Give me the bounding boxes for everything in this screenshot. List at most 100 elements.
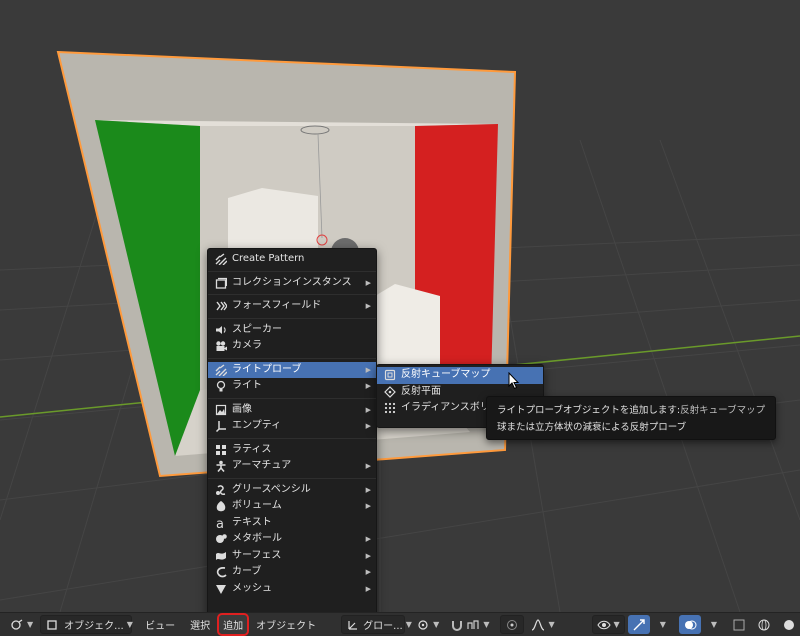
proportional-edit-toggle[interactable] [500,615,525,634]
menu-item-lightprobe[interactable]: ライトプローブ ▶ [208,361,376,378]
chevron-down-icon: ▼ [710,620,717,629]
menu-item-volume[interactable]: ボリューム ▶ [208,498,376,515]
gizmo-icon [632,618,646,632]
metaball-icon [215,533,227,545]
pivot-point-button[interactable]: ▼ [412,615,443,634]
menu-item-label: スピーカー [232,323,282,335]
menu-item-forcefield[interactable]: フォースフィールド ▶ [208,298,376,315]
submenu-arrow-icon: ▶ [365,382,371,390]
forcefield-icon [215,300,227,312]
editor-type-icon [10,618,24,632]
submenu-arrow-icon: ▶ [365,502,371,510]
submenu-item-label: 反射平面 [401,385,441,397]
gizmo-toggle[interactable] [627,615,650,634]
magnet-icon [450,618,464,632]
menu-separator [208,477,376,479]
mode-dropdown[interactable]: オブジェク... ▼ [40,615,133,634]
armature-icon [215,460,227,472]
chevron-down-icon: ▼ [27,620,34,629]
transform-orientation-icon [346,618,360,632]
empty-icon [215,420,227,432]
chevron-down-icon: ▼ [483,620,490,629]
menu-item-pattern[interactable]: Create Pattern [208,251,376,268]
submenu-arrow-icon: ▶ [365,462,371,470]
object-menu[interactable]: オブジェクト [252,615,320,634]
shading-solid[interactable] [778,615,800,634]
submenu-arrow-icon: ▶ [365,568,371,576]
cubemap-icon [384,369,396,381]
submenu-arrow-icon: ▶ [365,278,371,287]
menu-item-label: カメラ [232,340,262,351]
chevron-down-icon: ▼ [613,620,620,629]
add-menu: Create Pattern コレクションインスタンス ▶ フォースフィールド ▶ スピー… [207,248,377,617]
falloff-button[interactable]: ▼ [527,615,558,634]
xray-icon [732,618,746,632]
orientation-dropdown[interactable]: グロー... ▼ [341,615,412,634]
submenu-arrow-icon: ▶ [365,485,371,494]
menu-separator [208,357,376,359]
snap-increment-icon [466,618,480,632]
snap-toggle[interactable]: ▼ [446,615,493,634]
pivot-icon [416,618,430,632]
lightprobe-icon [215,363,227,376]
menu-item-curve[interactable]: カーブ ▶ [208,564,376,581]
menu-item-text[interactable]: a テキスト [208,515,376,532]
menu-item-empty[interactable]: エンプティ ▶ [208,418,376,435]
viewport-scene [0,50,800,612]
menu-separator [208,437,376,439]
xray-toggle[interactable] [728,615,750,634]
3d-viewport[interactable] [0,0,800,612]
shading-wireframe[interactable] [753,615,775,634]
pattern-icon [215,253,227,265]
overlay-toggle[interactable] [678,615,701,634]
menu-item-label: コレクションインスタンス [232,276,352,288]
menu-item-armature[interactable]: アーマチュア ▶ [208,458,376,475]
menu-item-label: メタボール [232,533,282,544]
submenu-arrow-icon: ▶ [365,365,371,374]
menu-item-image[interactable]: 画像 ▶ [208,402,376,419]
overlay-icon [683,618,697,632]
eye-icon [596,618,611,632]
chevron-down-icon: ▼ [548,620,555,629]
menu-item-label: グリースペンシル [232,483,311,495]
menu-item-label: ライト [232,380,262,391]
submenu-arrow-icon: ▶ [365,535,371,543]
menu-item-grease-pencil[interactable]: グリースペンシル ▶ [208,482,376,499]
menu-item-label: Create Pattern [232,253,305,264]
tooltip-line1: ライトプローブオブジェクトを追加します: [497,405,681,416]
menu-item-label: 画像 [232,403,252,415]
editor-type-button[interactable]: ▼ [6,615,37,634]
view-menu[interactable]: ビュー [141,615,179,634]
menu-item-label: サーフェス [232,549,282,561]
select-menu[interactable]: 選択 [186,615,214,634]
menu-item-speaker[interactable]: スピーカー [208,322,376,339]
mesh-icon [215,583,227,595]
menu-item-collection[interactable]: コレクションインスタンス ▶ [208,275,376,292]
menu-item-label: ラティス [232,443,272,455]
orientation-label: グロー... [363,621,403,632]
overlay-dropdown[interactable]: ▼ [704,615,721,634]
submenu-arrow-icon: ▶ [365,422,371,430]
menu-item-mesh[interactable]: メッシュ ▶ [208,581,376,598]
svg-text:a: a [216,517,224,529]
grid-probe-icon [384,402,396,414]
surface-icon [215,550,227,562]
menu-item-camera[interactable]: カメラ [208,338,376,355]
camera-icon [215,340,227,352]
menu-item-surface[interactable]: サーフェス ▶ [208,548,376,565]
tooltip-line2: 球または立方体状の減衰による反射プローブ [497,422,687,433]
menu-item-label: ライトプローブ [232,363,302,375]
menu-item-lattice[interactable]: ラティス [208,442,376,459]
menu-item-light[interactable]: ライト ▶ [208,378,376,395]
submenu-arrow-icon: ▶ [365,584,371,593]
visibility-button[interactable]: ▼ [591,615,625,634]
volume-icon [215,500,227,512]
menu-item-label: アーマチュア [232,460,292,471]
object-mode-icon [45,618,59,632]
gizmo-dropdown[interactable]: ▼ [653,615,670,634]
menu-item-label: メッシュ [232,582,272,594]
add-menu-button[interactable]: 追加 [217,613,250,636]
curve-icon [215,566,227,578]
menu-item-metaball[interactable]: メタボール ▶ [208,531,376,548]
plane-probe-icon [384,385,396,398]
